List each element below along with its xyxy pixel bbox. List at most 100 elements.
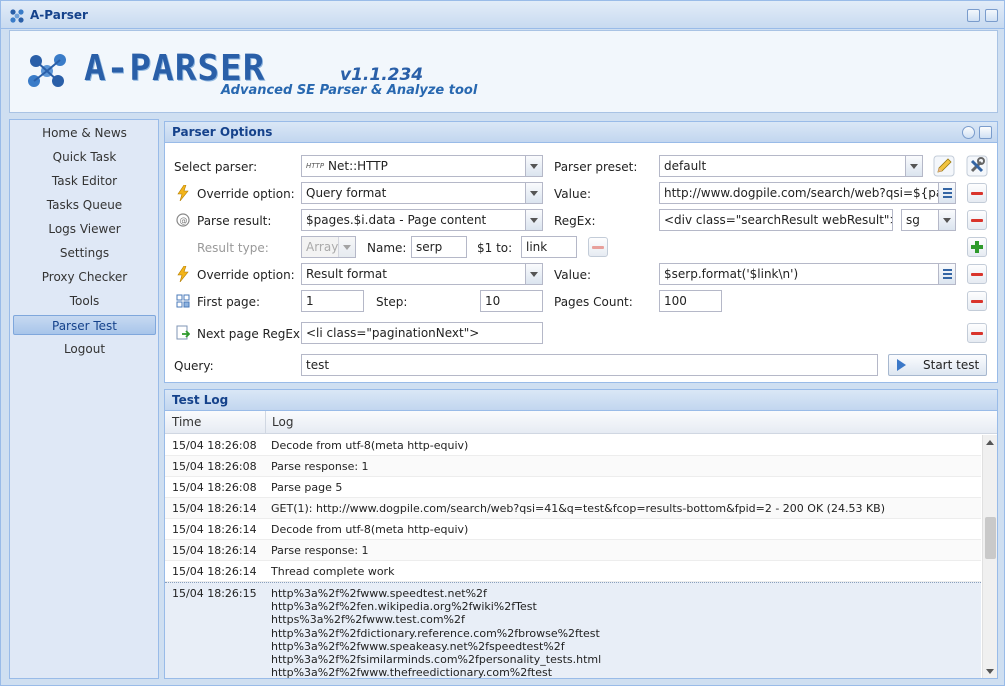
chevron-down-icon[interactable] [338, 237, 355, 257]
sidebar-item-logout[interactable]: Logout [13, 339, 156, 359]
chevron-down-icon[interactable] [525, 210, 542, 230]
log-time: 15/04 18:26:08 [172, 439, 257, 452]
table-row[interactable]: 15/04 18:26:08 Parse response: 1 [165, 456, 981, 477]
step-label: Step: [376, 295, 408, 309]
svg-text:@: @ [180, 216, 188, 225]
regex-flags-value: sg [906, 213, 920, 227]
result-type-label: Result type: [197, 241, 269, 255]
column-log[interactable]: Log [272, 415, 293, 429]
sidebar-item-proxy-checker[interactable]: Proxy Checker [13, 267, 156, 287]
log-message: GET(1): http://www.dogpile.com/search/we… [271, 502, 885, 515]
log-message: Decode from utf-8(meta http-equiv) [271, 523, 469, 536]
step-input[interactable]: 10 [480, 290, 543, 312]
list-icon[interactable] [938, 264, 955, 284]
name-input-text: serp [416, 240, 443, 254]
log-time: 15/04 18:26:08 [172, 460, 257, 473]
log-scrollbar[interactable] [982, 435, 997, 678]
sidebar-item-settings[interactable]: Settings [13, 243, 156, 263]
maximize-icon[interactable] [985, 9, 998, 22]
lightning-icon [177, 185, 189, 201]
log-message: Parse page 5 [271, 481, 343, 494]
table-row[interactable]: 15/04 18:26:08 Parse page 5 [165, 477, 981, 498]
sidebar: Home & News Quick Task Task Editor Tasks… [9, 119, 159, 679]
column-divider [265, 411, 266, 434]
parse-result-combo[interactable]: $pages.$i.data - Page content [301, 209, 543, 231]
list-icon[interactable] [938, 183, 955, 203]
override-option-combo[interactable]: Result format [301, 263, 543, 285]
table-row[interactable]: 15/04 18:26:14 GET(1): http://www.dogpil… [165, 498, 981, 519]
next-page-regex-input[interactable]: <li class="paginationNext"> [301, 322, 543, 344]
select-parser-combo[interactable]: HTTP Net::HTTP [301, 155, 543, 177]
to-input[interactable]: link [521, 236, 577, 258]
parse-result-value: $pages.$i.data - Page content [306, 213, 487, 227]
parser-preset-value: default [664, 159, 707, 173]
table-row[interactable]: 15/04 18:26:08 Decode from utf-8(meta ht… [165, 435, 981, 456]
table-row[interactable]: 15/04 18:26:14 Parse response: 1 [165, 540, 981, 561]
log-message: Thread complete work [271, 565, 395, 578]
chevron-down-icon[interactable] [525, 183, 542, 203]
regex-input[interactable]: <div class="searchResult webResult">.*?< [659, 209, 893, 231]
name-input[interactable]: serp [411, 236, 467, 258]
chevron-down-icon[interactable] [525, 156, 542, 176]
value-label: Value: [554, 268, 591, 282]
chevron-down-icon[interactable] [525, 264, 542, 284]
remove-row-button[interactable] [967, 210, 987, 230]
pages-count-input[interactable]: 100 [659, 290, 722, 312]
sidebar-item-parser-test[interactable]: Parser Test [13, 315, 156, 335]
remove-row-button[interactable] [967, 183, 987, 203]
table-row-result[interactable]: 15/04 18:26:15 http%3a%2f%2fwww.speedtes… [165, 582, 981, 678]
at-sign-icon: @ [176, 213, 190, 227]
parser-preset-label: Parser preset: [554, 160, 638, 174]
table-row[interactable]: 15/04 18:26:14 Thread complete work [165, 561, 981, 582]
log-time: 15/04 18:26:14 [172, 565, 257, 578]
tools-icon[interactable] [966, 155, 988, 177]
table-row[interactable]: 15/04 18:26:14 Decode from utf-8(meta ht… [165, 519, 981, 540]
query-input[interactable]: test [301, 354, 878, 376]
value-input[interactable]: http://www.dogpile.com/search/web?qsi=${… [659, 182, 956, 204]
tagline: Advanced SE Parser & Analyze tool [221, 83, 478, 98]
regex-flags-combo[interactable]: sg [901, 209, 956, 231]
value-input[interactable]: $serp.format('$link\n') [659, 263, 956, 285]
pencil-icon[interactable] [933, 155, 955, 177]
chevron-down-icon[interactable] [905, 156, 922, 176]
remove-row-button[interactable] [967, 323, 987, 343]
log-rows: 15/04 18:26:08 Decode from utf-8(meta ht… [165, 435, 981, 678]
scroll-down-icon[interactable] [986, 669, 994, 674]
next-page-regex-text: <li class="paginationNext"> [306, 326, 480, 340]
result-type-value: Array [306, 240, 339, 254]
select-parser-label: Select parser: [174, 160, 258, 174]
chevron-down-icon[interactable] [938, 210, 955, 230]
remove-row-button[interactable] [967, 264, 987, 284]
scroll-up-icon[interactable] [986, 440, 994, 445]
log-time: 15/04 18:26:08 [172, 481, 257, 494]
query-label: Query: [174, 359, 214, 373]
sidebar-item-quick-task[interactable]: Quick Task [13, 147, 156, 167]
sidebar-item-tasks-queue[interactable]: Tasks Queue [13, 195, 156, 215]
scroll-thumb[interactable] [985, 517, 996, 559]
pin-icon[interactable] [967, 9, 980, 22]
value-label: Value: [554, 187, 591, 201]
remove-item-button[interactable] [588, 237, 608, 257]
arrow-page-icon [176, 325, 190, 340]
gear-icon[interactable] [962, 126, 975, 139]
add-row-button[interactable] [967, 237, 987, 257]
remove-row-button[interactable] [967, 291, 987, 311]
collapse-icon[interactable] [979, 126, 992, 139]
sidebar-item-task-editor[interactable]: Task Editor [13, 171, 156, 191]
column-time[interactable]: Time [172, 415, 201, 429]
result-type-combo[interactable]: Array [301, 236, 356, 258]
parser-preset-combo[interactable]: default [659, 155, 923, 177]
step-text: 10 [485, 294, 501, 308]
logo-icon [28, 54, 66, 87]
select-parser-value: Net::HTTP [328, 159, 388, 173]
sidebar-item-logs-viewer[interactable]: Logs Viewer [13, 219, 156, 239]
first-page-input[interactable]: 1 [301, 290, 364, 312]
header-banner: A-PARSER v1.1.234 Advanced SE Parser & A… [9, 30, 998, 113]
window-title: A-Parser [30, 8, 88, 22]
sidebar-item-tools[interactable]: Tools [13, 291, 156, 311]
override-option-combo[interactable]: Query format [301, 182, 543, 204]
start-test-button[interactable]: Start test [888, 354, 987, 376]
sidebar-item-home-news[interactable]: Home & News [13, 123, 156, 143]
override-option-label: Override option: [197, 187, 295, 201]
lightning-icon [177, 266, 189, 282]
